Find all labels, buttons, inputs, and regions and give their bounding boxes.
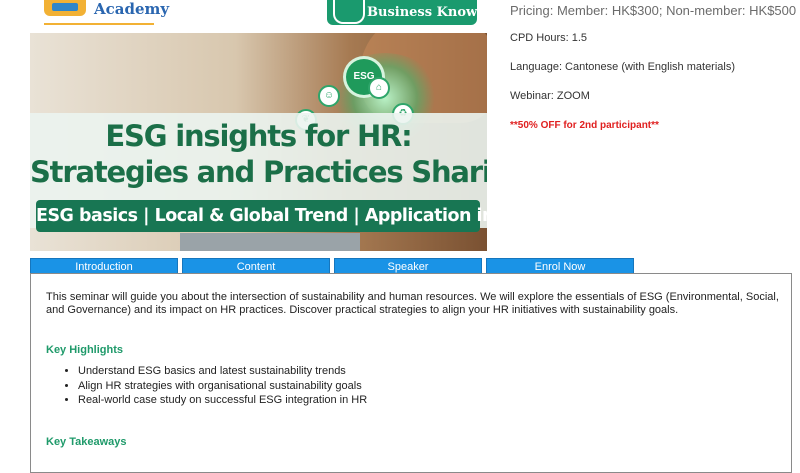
hero-title-line1: ESG insights for HR: <box>105 119 412 153</box>
list-item: Understand ESG basics and latest sustain… <box>78 364 367 379</box>
bank-icon: ⌂ <box>368 77 390 99</box>
intro-paragraph: This seminar will guide you about the in… <box>46 291 779 316</box>
key-takeaways-heading: Key Takeaways <box>46 436 127 448</box>
webinar-text: Webinar: ZOOM <box>510 90 590 102</box>
tab-content[interactable]: Content <box>182 258 330 274</box>
logo-underline <box>44 23 154 25</box>
tab-speaker[interactable]: Speaker <box>334 258 482 274</box>
list-item: Align HR strategies with organisational … <box>78 379 367 394</box>
business-knowledge-badge: Business Knowledge for HR <box>327 0 570 25</box>
highlights-list: Understand ESG basics and latest sustain… <box>46 364 367 408</box>
person-icon <box>333 0 365 24</box>
language-text: Language: Cantonese (with English materi… <box>510 61 736 73</box>
tab-content-panel: This seminar will guide you about the in… <box>30 273 792 473</box>
tab-enrol-now[interactable]: Enrol Now <box>486 258 634 274</box>
logo-text: Academy <box>94 0 170 18</box>
book-icon <box>44 0 86 16</box>
hero-subtitle: ESG basics | Local & Global Trend | Appl… <box>36 200 487 232</box>
laptop-image <box>180 233 360 251</box>
academy-logo[interactable]: Academy <box>44 0 169 22</box>
list-item: Real-world case study on successful ESG … <box>78 393 367 408</box>
people-icon: ☺ <box>318 85 340 107</box>
discount-text: **50% OFF for 2nd participant** <box>510 120 659 131</box>
hero-banner: ESG ☺ ⌂ ♻ ❦ ESG insights for HR: Strateg… <box>30 33 487 251</box>
hero-title-line2: Strategies and Practices Sharing <box>30 155 487 189</box>
tab-introduction[interactable]: Introduction <box>30 258 178 274</box>
pricing-text: Pricing: Member: HK$300; Non-member: HK$… <box>510 3 797 18</box>
cpd-hours-text: CPD Hours: 1.5 <box>510 32 588 44</box>
key-highlights-heading: Key Highlights <box>46 344 124 356</box>
